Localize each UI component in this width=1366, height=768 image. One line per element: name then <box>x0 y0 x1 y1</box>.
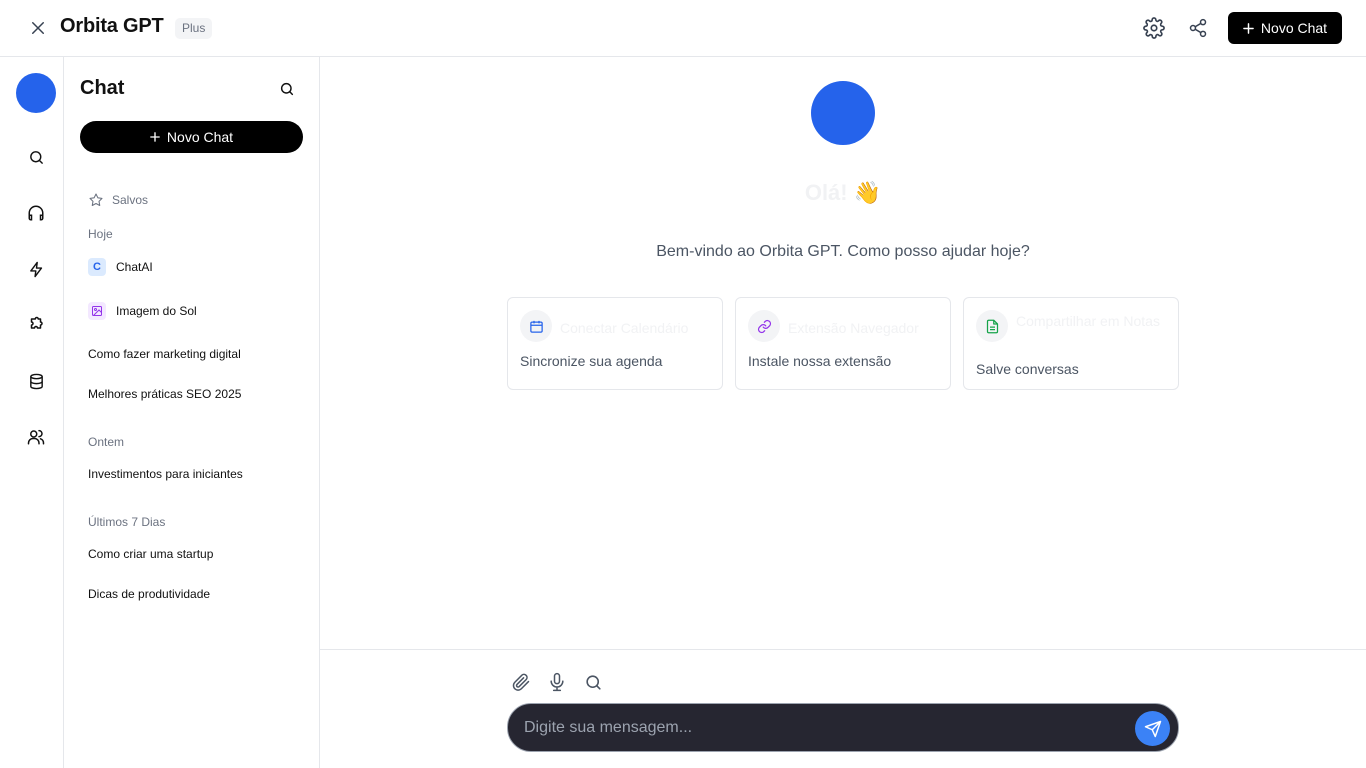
main-area: Olá! 👋 Bem-vindo ao Orbita GPT. Como pos… <box>320 57 1366 649</box>
composer <box>320 649 1366 768</box>
database-icon <box>29 373 43 389</box>
sidebar-item-label: Dicas de produtividade <box>88 587 211 601</box>
star-icon <box>89 193 103 206</box>
sidebar-item-label: Melhores práticas SEO 2025 <box>88 387 242 401</box>
voice-button[interactable] <box>545 670 569 694</box>
assistant-avatar <box>811 81 875 145</box>
chat-letter-icon: C <box>88 258 106 276</box>
app-title: Orbita GPT <box>60 15 164 37</box>
message-box <box>507 703 1179 752</box>
section-label-yesterday: Ontem <box>88 435 125 449</box>
sidebar-title: Chat <box>80 77 125 99</box>
attach-button[interactable] <box>509 670 533 694</box>
card-description: Sincronize sua agenda <box>520 353 663 369</box>
gear-icon <box>1143 17 1165 39</box>
sidebar-item-imagem-do-sol[interactable]: Imagem do Sol <box>88 302 197 320</box>
sidebar-item-chatai[interactable]: C ChatAI <box>88 258 153 276</box>
web-search-button[interactable] <box>581 670 605 694</box>
share-button[interactable] <box>1186 16 1210 40</box>
plan-badge: Plus <box>175 18 213 39</box>
rail-audio-button[interactable] <box>24 201 48 225</box>
message-input[interactable] <box>524 704 1124 751</box>
section-label-last-7-days: Últimos 7 Dias <box>88 515 166 529</box>
plus-icon <box>150 132 160 142</box>
users-icon <box>27 429 45 445</box>
calendar-icon <box>520 310 552 342</box>
sidebar-item-marketing[interactable]: Como fazer marketing digital <box>88 347 241 361</box>
waving-hand-icon: 👋 <box>853 180 882 205</box>
chat-sidebar: Chat Novo Chat Salvos Hoje C ChatAI Imag… <box>64 57 320 768</box>
user-avatar[interactable] <box>16 73 56 113</box>
sidebar-item-label: Imagem do Sol <box>116 304 197 318</box>
send-icon <box>1144 720 1161 737</box>
sidebar-item-startup[interactable]: Como criar uma startup <box>88 547 213 561</box>
welcome-message: Bem-vindo ao Orbita GPT. Como posso ajud… <box>656 243 1030 260</box>
section-label-today: Hoje <box>88 227 113 241</box>
card-share-notes[interactable]: Compartilhar em Notas Salve conversas <box>963 297 1179 390</box>
card-title: Conectar Calendário <box>560 320 689 336</box>
microphone-icon <box>550 672 564 692</box>
sidebar-new-chat-label: Novo Chat <box>166 129 234 145</box>
card-title: Compartilhar em Notas <box>1016 313 1160 329</box>
close-button[interactable] <box>26 16 50 40</box>
rail-users-button[interactable] <box>24 425 48 449</box>
sidebar-item-produtividade[interactable]: Dicas de produtividade <box>88 587 210 601</box>
document-icon <box>976 310 1008 342</box>
greeting-text: Olá! <box>804 180 848 205</box>
paperclip-icon <box>512 673 530 691</box>
rail-search-button[interactable] <box>24 145 48 169</box>
sidebar-new-chat-button[interactable]: Novo Chat <box>80 121 303 153</box>
rail-plugins-button[interactable] <box>24 313 48 337</box>
header-new-chat-button[interactable]: Novo Chat <box>1228 12 1342 44</box>
sidebar-search-button[interactable] <box>276 78 298 100</box>
puzzle-icon <box>30 316 43 329</box>
card-browser-extension[interactable]: Extensão Navegador Instale nossa extensã… <box>735 297 951 390</box>
sidebar-item-label: Como criar uma startup <box>88 547 214 561</box>
search-icon <box>585 674 601 690</box>
saved-label: Salvos <box>112 193 149 207</box>
image-icon <box>88 302 106 320</box>
card-description: Instale nossa extensão <box>748 353 892 369</box>
sidebar-item-label: ChatAI <box>116 260 153 274</box>
link-icon <box>748 310 780 342</box>
card-title: Extensão Navegador <box>788 320 919 336</box>
rail-actions-button[interactable] <box>24 257 48 281</box>
plus-icon <box>1243 22 1254 34</box>
search-icon <box>280 82 294 96</box>
top-header: Orbita GPT Plus Novo Chat <box>0 0 1366 57</box>
send-button[interactable] <box>1135 711 1170 746</box>
card-description: Salve conversas <box>976 361 1079 377</box>
header-new-chat-label: Novo Chat <box>1260 20 1328 36</box>
icon-rail <box>0 57 64 768</box>
saved-link[interactable]: Salvos <box>88 192 148 208</box>
sidebar-item-seo[interactable]: Melhores práticas SEO 2025 <box>88 387 241 401</box>
close-icon <box>32 22 44 34</box>
sidebar-item-label: Como fazer marketing digital <box>88 347 241 361</box>
settings-button[interactable] <box>1142 16 1166 40</box>
sidebar-item-label: Investimentos para iniciantes <box>88 467 243 481</box>
greeting: Olá! 👋 <box>320 180 1366 206</box>
rail-data-button[interactable] <box>24 369 48 393</box>
sidebar-item-investimentos[interactable]: Investimentos para iniciantes <box>88 467 243 481</box>
search-icon <box>29 150 43 164</box>
lightning-icon <box>29 261 42 277</box>
share-icon <box>1189 18 1207 38</box>
headphones-icon <box>28 205 44 221</box>
card-connect-calendar[interactable]: Conectar Calendário Sincronize sua agend… <box>507 297 723 390</box>
